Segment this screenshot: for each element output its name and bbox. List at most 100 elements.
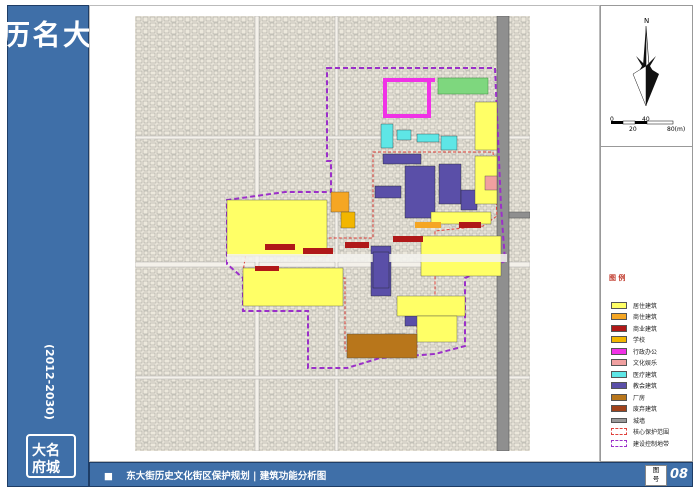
legend-swatch bbox=[611, 439, 627, 447]
legend-label: 废弃建筑 bbox=[633, 406, 658, 413]
residential-block bbox=[396, 295, 466, 317]
legend-label: 核心保护范围 bbox=[633, 429, 670, 436]
legend-item: 城墙 bbox=[611, 415, 645, 425]
plan-years: (2012-2030) bbox=[43, 344, 56, 420]
cathedral bbox=[372, 251, 390, 289]
sheet-number: 08 bbox=[670, 467, 689, 482]
legend-swatch bbox=[611, 313, 627, 320]
church-building bbox=[374, 185, 402, 199]
sheet-label-box: 图 号 bbox=[645, 465, 667, 486]
legend-item: 核心保护范围 bbox=[611, 427, 669, 437]
wall-gate-road bbox=[508, 211, 530, 219]
mixed-use-building bbox=[330, 191, 350, 213]
east-street bbox=[227, 254, 507, 262]
medical-building bbox=[416, 133, 440, 143]
school-building bbox=[340, 211, 356, 229]
scale-tick-80: 80(m) bbox=[667, 126, 686, 133]
legend-label: 文化娱乐 bbox=[633, 360, 658, 367]
title-marker: ■ bbox=[104, 471, 113, 482]
legend-swatch bbox=[611, 301, 627, 309]
scale-tick-20: 20 bbox=[629, 126, 637, 133]
commercial-building bbox=[345, 242, 369, 248]
site-map[interactable] bbox=[135, 16, 530, 451]
legend-swatch bbox=[611, 382, 627, 389]
sports-field bbox=[437, 77, 489, 95]
east-west-road bbox=[135, 375, 530, 380]
east-west-road bbox=[135, 135, 530, 140]
legend-label: 教会建筑 bbox=[633, 383, 658, 390]
legend-label: 商业建筑 bbox=[633, 325, 658, 333]
residential-block bbox=[242, 267, 344, 307]
legend-label: 学校 bbox=[633, 337, 646, 344]
factory-building bbox=[346, 333, 418, 359]
legend-swatch bbox=[611, 405, 627, 412]
legend-swatch bbox=[611, 324, 627, 332]
drawing-title-text: 东大街历史文化街区保护规划 | 建筑功能分析图 bbox=[126, 471, 327, 482]
compass-area: N 0 20 40 80(m) bbox=[601, 6, 692, 147]
residential-block bbox=[474, 101, 498, 151]
legend-swatch bbox=[611, 393, 627, 401]
admin-building bbox=[427, 78, 431, 118]
vertical-title: 大名历史文化名城保护规划 bbox=[0, 20, 92, 48]
legend-item: 教会建筑 bbox=[611, 381, 657, 391]
legend-item: 居住建筑 bbox=[611, 300, 657, 310]
title-char: 大 bbox=[59, 20, 92, 48]
commercial-building bbox=[459, 222, 481, 228]
drawing-title: ■ 东大街历史文化街区保护规划 | 建筑功能分析图 bbox=[104, 468, 326, 482]
legend-swatch bbox=[611, 370, 627, 378]
medical-building bbox=[396, 129, 412, 141]
legend-swatch bbox=[611, 359, 627, 366]
legend-label: 建设控制地带 bbox=[633, 440, 670, 448]
admin-building bbox=[383, 78, 387, 118]
seal-logo: 大名 府城 bbox=[26, 434, 76, 478]
map-panel bbox=[89, 5, 600, 462]
legend-item: 行政办公 bbox=[611, 346, 657, 356]
legend-item: 文化娱乐 bbox=[611, 358, 657, 368]
legend-label: 行政办公 bbox=[633, 348, 658, 356]
medical-building bbox=[380, 123, 394, 149]
map-drawing bbox=[135, 16, 530, 451]
page-frame: 大名历史文化名城保护规划 (2012-2030) 大名 府城 bbox=[0, 0, 700, 494]
legend-item: 医疗建筑 bbox=[611, 369, 657, 379]
commercial-building bbox=[303, 248, 333, 254]
title-char: 历 bbox=[0, 20, 31, 48]
title-char: 名 bbox=[28, 20, 62, 48]
bottom-title-bar: ■ 东大街历史文化街区保护规划 | 建筑功能分析图 图 号 08 bbox=[89, 462, 693, 487]
residential-block bbox=[416, 315, 458, 343]
legend-label: 厂房 bbox=[633, 394, 646, 402]
title-band: 大名历史文化名城保护规划 (2012-2030) 大名 府城 bbox=[0, 5, 92, 487]
church-building bbox=[404, 165, 436, 219]
legend-item: 厂房 bbox=[611, 392, 645, 402]
church-building bbox=[382, 153, 422, 165]
legend-item: 商业建筑 bbox=[611, 323, 657, 333]
north-south-road bbox=[334, 16, 339, 451]
right-panel: N 0 20 40 80(m) 图 例 居住建筑 商住建筑 商业建筑 学校 行政办公 文化… bbox=[600, 5, 693, 462]
legend-item: 商住建筑 bbox=[611, 312, 657, 322]
cultural-building bbox=[484, 175, 498, 191]
legend-item: 废弃建筑 bbox=[611, 404, 657, 414]
legend-swatch bbox=[611, 347, 627, 355]
city-wall bbox=[496, 16, 510, 451]
legend-label: 商住建筑 bbox=[633, 314, 658, 321]
medical-building bbox=[440, 135, 458, 151]
scale-tick-0: 0 bbox=[610, 116, 614, 123]
commercial-building bbox=[255, 266, 279, 271]
legend-swatch bbox=[611, 336, 627, 343]
legend-swatch bbox=[611, 417, 627, 423]
legend-label: 医疗建筑 bbox=[633, 371, 658, 379]
commercial-building bbox=[393, 236, 423, 242]
sheet-label-top: 图 bbox=[652, 466, 660, 474]
legend-label: 城墙 bbox=[633, 417, 646, 425]
legend-label: 居住建筑 bbox=[633, 302, 658, 310]
church-building bbox=[438, 163, 462, 205]
legend-item: 建设控制地带 bbox=[611, 438, 669, 448]
mixed-use-building bbox=[415, 222, 441, 228]
north-arrow-icon bbox=[611, 25, 674, 125]
seal-text-2: 府城 bbox=[32, 460, 60, 476]
legend-swatch bbox=[611, 428, 627, 435]
legend: 图 例 居住建筑 商住建筑 商业建筑 学校 行政办公 文化娱乐 医疗建筑 教会建筑 厂房 废弃建筑… bbox=[601, 146, 692, 461]
admin-building bbox=[383, 114, 431, 118]
church-building bbox=[460, 189, 478, 211]
legend-item: 学校 bbox=[611, 335, 645, 345]
scale-tick-40: 40 bbox=[642, 116, 650, 123]
